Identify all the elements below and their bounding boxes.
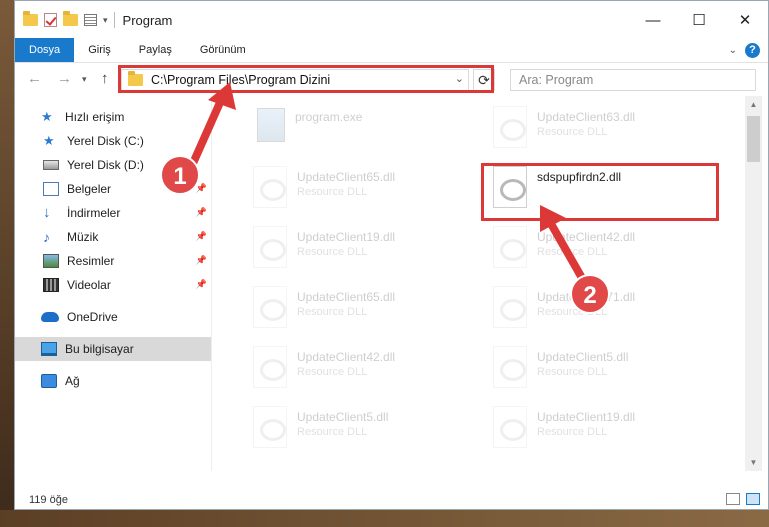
ribbon-tabs: Dosya Giriş Paylaş Görünüm ⌄ ?: [15, 38, 768, 63]
address-dropdown-icon[interactable]: ⌄: [455, 72, 464, 85]
dll-file-icon: [493, 106, 527, 148]
scroll-down-icon[interactable]: ▼: [745, 454, 762, 471]
large-icons-view-icon[interactable]: [746, 493, 760, 505]
refresh-button[interactable]: ⟳: [473, 69, 495, 91]
details-view-icon[interactable]: [726, 493, 740, 505]
nav-item-network[interactable]: Ağ: [15, 369, 211, 393]
window-title: Program: [122, 12, 173, 28]
file-item[interactable]: program.exe: [245, 102, 475, 154]
folder-icon: [128, 71, 143, 86]
pin-icon: 📌: [195, 207, 207, 217]
nav-item-local-disk-c[interactable]: ★ Yerel Disk (C:): [15, 129, 211, 153]
minimize-button[interactable]: —: [630, 1, 676, 39]
file-item[interactable]: UpdateClient19.dll Resource DLL: [485, 402, 715, 454]
computer-icon: [41, 342, 57, 356]
disk-drive-icon: [43, 160, 59, 170]
music-note-icon: ♪: [43, 229, 50, 245]
exe-file-icon: [257, 108, 285, 142]
help-icon[interactable]: ?: [745, 43, 760, 58]
explorer-window: ▾ Program — ☐ ✕ Dosya Giriş Paylaş Görün…: [14, 0, 769, 510]
dll-file-icon: [493, 346, 527, 388]
back-arrow-icon[interactable]: ←: [27, 70, 42, 87]
dll-file-icon: [493, 406, 527, 448]
file-item[interactable]: UpdateClient19.dll Resource DLL: [245, 222, 475, 274]
nav-item-quick-access[interactable]: ★ Hızlı erişim: [15, 105, 211, 129]
address-row: ← → ▾ ↑ C:\Program Files\Program Dizini …: [15, 64, 768, 96]
title-bar: ▾ Program — ☐ ✕: [15, 1, 768, 39]
address-bar[interactable]: C:\Program Files\Program Dizini ⌄: [121, 69, 469, 91]
expand-ribbon-icon[interactable]: ⌄: [729, 45, 737, 56]
file-item[interactable]: UpdateClient42.dll Resource DLL: [485, 222, 715, 274]
window-controls: — ☐ ✕: [630, 1, 768, 39]
maximize-button[interactable]: ☐: [676, 1, 722, 39]
desktop-background-bottom: [0, 510, 769, 527]
quick-access-toolbar: ▾: [23, 11, 108, 27]
download-arrow-icon: ↓: [43, 204, 51, 221]
item-count: 119 öğe: [29, 494, 68, 506]
properties-check-icon[interactable]: [44, 13, 57, 27]
up-arrow-icon[interactable]: ↑: [101, 70, 109, 87]
dll-file-icon: [253, 166, 287, 208]
nav-item-videos[interactable]: Videolar 📌: [15, 273, 211, 297]
dll-file-icon: [253, 346, 287, 388]
star-icon: ★: [41, 109, 53, 124]
address-path: C:\Program Files\Program Dizini: [151, 73, 331, 87]
nav-item-pictures[interactable]: Resimler 📌: [15, 249, 211, 273]
file-item[interactable]: UpdateClient42.dll Resource DLL: [245, 342, 475, 394]
dll-file-icon: [253, 226, 287, 268]
pin-icon: 📌: [195, 231, 207, 241]
file-item[interactable]: UpdateClient5.dll Resource DLL: [245, 402, 475, 454]
file-list: program.exe UpdateClient63.dll Resource D…: [225, 96, 745, 471]
file-item-sdspupfirdn2[interactable]: sdspupfirdn2.dll: [485, 162, 715, 214]
customize-toolbar-icon[interactable]: [84, 14, 97, 26]
tab-home[interactable]: Giriş: [74, 38, 125, 62]
scrollbar-thumb[interactable]: [747, 116, 760, 162]
dll-file-icon: [493, 226, 527, 268]
search-input[interactable]: Ara: Program: [510, 69, 756, 91]
network-icon: [41, 374, 57, 388]
vertical-scrollbar[interactable]: ▲ ▼: [745, 96, 762, 471]
star-icon: ★: [43, 133, 55, 148]
file-item[interactable]: UpdateClient63.dll Resource DLL: [485, 102, 715, 154]
document-icon: [43, 182, 59, 196]
file-item[interactable]: UpdateClient65.dll Resource DLL: [245, 162, 475, 214]
film-strip-icon: [43, 278, 59, 292]
pin-icon: 📌: [195, 255, 207, 265]
file-item[interactable]: UpdateClient65.dll Resource DLL: [245, 282, 475, 334]
status-bar: 119 öğe: [15, 489, 768, 509]
title-separator: [113, 12, 115, 28]
nav-item-downloads[interactable]: ↓ İndirmeler 📌: [15, 201, 211, 225]
pictures-icon: [43, 254, 59, 268]
new-folder-icon[interactable]: [63, 11, 78, 26]
dll-file-icon: [493, 166, 527, 208]
cloud-icon: [41, 312, 59, 322]
desktop-background: [0, 0, 14, 527]
nav-item-music[interactable]: ♪ Müzik 📌: [15, 225, 211, 249]
dll-file-icon: [493, 286, 527, 328]
dll-file-icon: [253, 406, 287, 448]
nav-item-onedrive[interactable]: OneDrive: [15, 305, 211, 329]
ribbon-right-controls: ⌄ ?: [729, 43, 760, 58]
nav-item-this-pc[interactable]: Bu bilgisayar: [15, 337, 211, 361]
folder-icon[interactable]: [23, 11, 38, 26]
navigation-pane: ★ Hızlı erişim ★ Yerel Disk (C:) Yerel D…: [15, 96, 211, 456]
tab-view[interactable]: Görünüm: [186, 38, 260, 62]
dll-file-icon: [253, 286, 287, 328]
file-item[interactable]: UpdateClient5.dll Resource DLL: [485, 342, 715, 394]
close-button[interactable]: ✕: [722, 1, 768, 39]
tab-file[interactable]: Dosya: [15, 38, 75, 62]
step-badge-2: 2: [570, 274, 610, 314]
scroll-up-icon[interactable]: ▲: [745, 96, 762, 113]
tab-share[interactable]: Paylaş: [125, 38, 186, 62]
pin-icon: 📌: [195, 279, 207, 289]
recent-locations-chevron-icon[interactable]: ▾: [82, 74, 87, 85]
pane-splitter[interactable]: [211, 96, 212, 471]
step-badge-1: 1: [160, 155, 200, 195]
forward-arrow-icon[interactable]: →: [57, 70, 72, 87]
chevron-down-icon[interactable]: ▾: [103, 15, 108, 26]
view-switcher: [726, 493, 760, 505]
